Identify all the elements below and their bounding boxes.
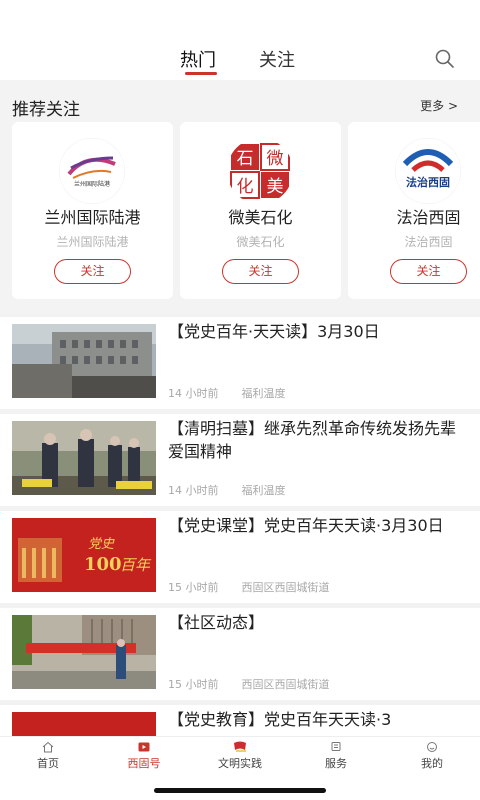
news-item[interactable]: 【清明扫墓】继承先烈革命传统发扬先辈爱国精神 14 小时前 福利温度 [0,414,480,506]
news-source: 西固区西固城街道 [241,581,330,594]
svg-text:美: 美 [267,177,284,197]
recommend-card-name: 法治西固 [396,208,461,227]
nav-home[interactable]: 首页 [0,737,96,787]
nav-label: 服务 [325,757,347,770]
profile-icon [427,742,437,752]
recommend-card-name: 微美石化 [228,208,293,227]
news-item[interactable]: 【社区动态】 15 小时前 西固区西固城街道 [0,608,480,700]
nav-profile[interactable]: 我的 [384,737,480,787]
service-icon [331,742,341,751]
recommend-card-subtitle: 兰州国际陆港 [56,235,129,249]
news-title: 【党史百年·天天读】3月30日 [168,322,380,341]
play-icon [138,742,150,752]
news-title: 【党史教育】党史百年天天读·3 [168,710,392,729]
nav-xigu[interactable]: 西固号 [96,737,192,787]
news-source: 西固区西固城街道 [241,678,330,691]
news-item[interactable]: 【党史百年·天天读】3月30日 14 小时前 福利温度 [0,317,480,409]
top-bar: 热门 关注 [0,0,480,80]
news-time: 15 小时前 [168,581,219,594]
recommend-card-name: 兰州国际陆港 [44,208,141,227]
recommend-card-fazhi[interactable]: 法治西固 法治西固 法治西固 关注 [348,122,480,299]
news-thumbnail: 党史 100 百年 [12,518,156,592]
nav-label: 文明实践 [218,757,262,770]
weimei-logo: 石 微 化 美 [227,138,293,204]
nav-label: 西固号 [127,757,161,770]
tab-follow[interactable]: 关注 [259,46,295,72]
svg-text:百年: 百年 [120,556,152,574]
svg-text:微: 微 [267,149,284,169]
nav-label: 我的 [421,757,443,770]
svg-text:化: 化 [237,177,254,197]
home-icon [42,741,54,753]
svg-text:兰州国际陆港: 兰州国际陆港 [74,180,110,188]
nav-civilization[interactable]: 文明实践 [192,737,288,787]
news-title: 【社区动态】 [168,613,265,632]
news-thumbnail [12,615,156,689]
tab-hot[interactable]: 热门 [180,46,216,72]
more-link[interactable]: 更多 > [420,97,458,114]
nav-service[interactable]: 服务 [288,737,384,787]
fazhi-xigu-logo: 法治西固 [395,138,461,204]
nav-label: 首页 [37,757,59,770]
news-thumbnail [12,421,156,495]
news-title: 【党史课堂】党史百年天天读·3月30日 [168,516,444,535]
news-meta: 14 小时前 福利温度 [168,385,286,401]
news-title: 【清明扫墓】继承先烈革命传统发扬先辈爱国精神 [168,419,457,461]
recommend-card-lanzhou[interactable]: 兰州国际陆港 兰州国际陆港 兰州国际陆港 关注 [12,122,173,299]
news-time: 14 小时前 [168,387,219,400]
news-time: 15 小时前 [168,678,219,691]
svg-text:法治西固: 法治西固 [406,175,450,189]
follow-button[interactable]: 关注 [390,259,467,284]
news-thumbnail [12,324,156,398]
news-source: 福利温度 [241,484,286,497]
recommend-card-subtitle: 微美石化 [236,235,285,249]
svg-text:100: 100 [84,554,122,575]
active-tab-indicator [185,72,217,75]
lanzhou-port-logo: 兰州国际陆港 [59,138,125,204]
recommend-section: 推荐关注 更多 > 兰州国际陆港 兰州国际陆港 兰州国际陆港 关注 石 微 化 … [0,80,480,314]
svg-text:石: 石 [237,149,254,169]
search-icon[interactable] [433,47,457,71]
follow-button[interactable]: 关注 [54,259,131,284]
news-source: 福利温度 [241,387,286,400]
recommend-title: 推荐关注 [12,100,80,120]
home-indicator [154,788,326,793]
news-time: 14 小时前 [168,484,219,497]
news-meta: 15 小时前 西固区西固城街道 [168,676,330,692]
flag-icon [234,741,246,752]
recommend-card-weimei[interactable]: 石 微 化 美 微美石化 微美石化 关注 [180,122,341,299]
follow-button[interactable]: 关注 [222,259,299,284]
news-item[interactable]: 党史 100 百年 【党史课堂】党史百年天天读·3月30日 15 小时前 西固区… [0,511,480,603]
svg-text:党史: 党史 [88,537,115,552]
news-meta: 14 小时前 福利温度 [168,482,286,498]
recommend-card-subtitle: 法治西固 [404,235,453,249]
news-meta: 15 小时前 西固区西固城街道 [168,579,330,595]
